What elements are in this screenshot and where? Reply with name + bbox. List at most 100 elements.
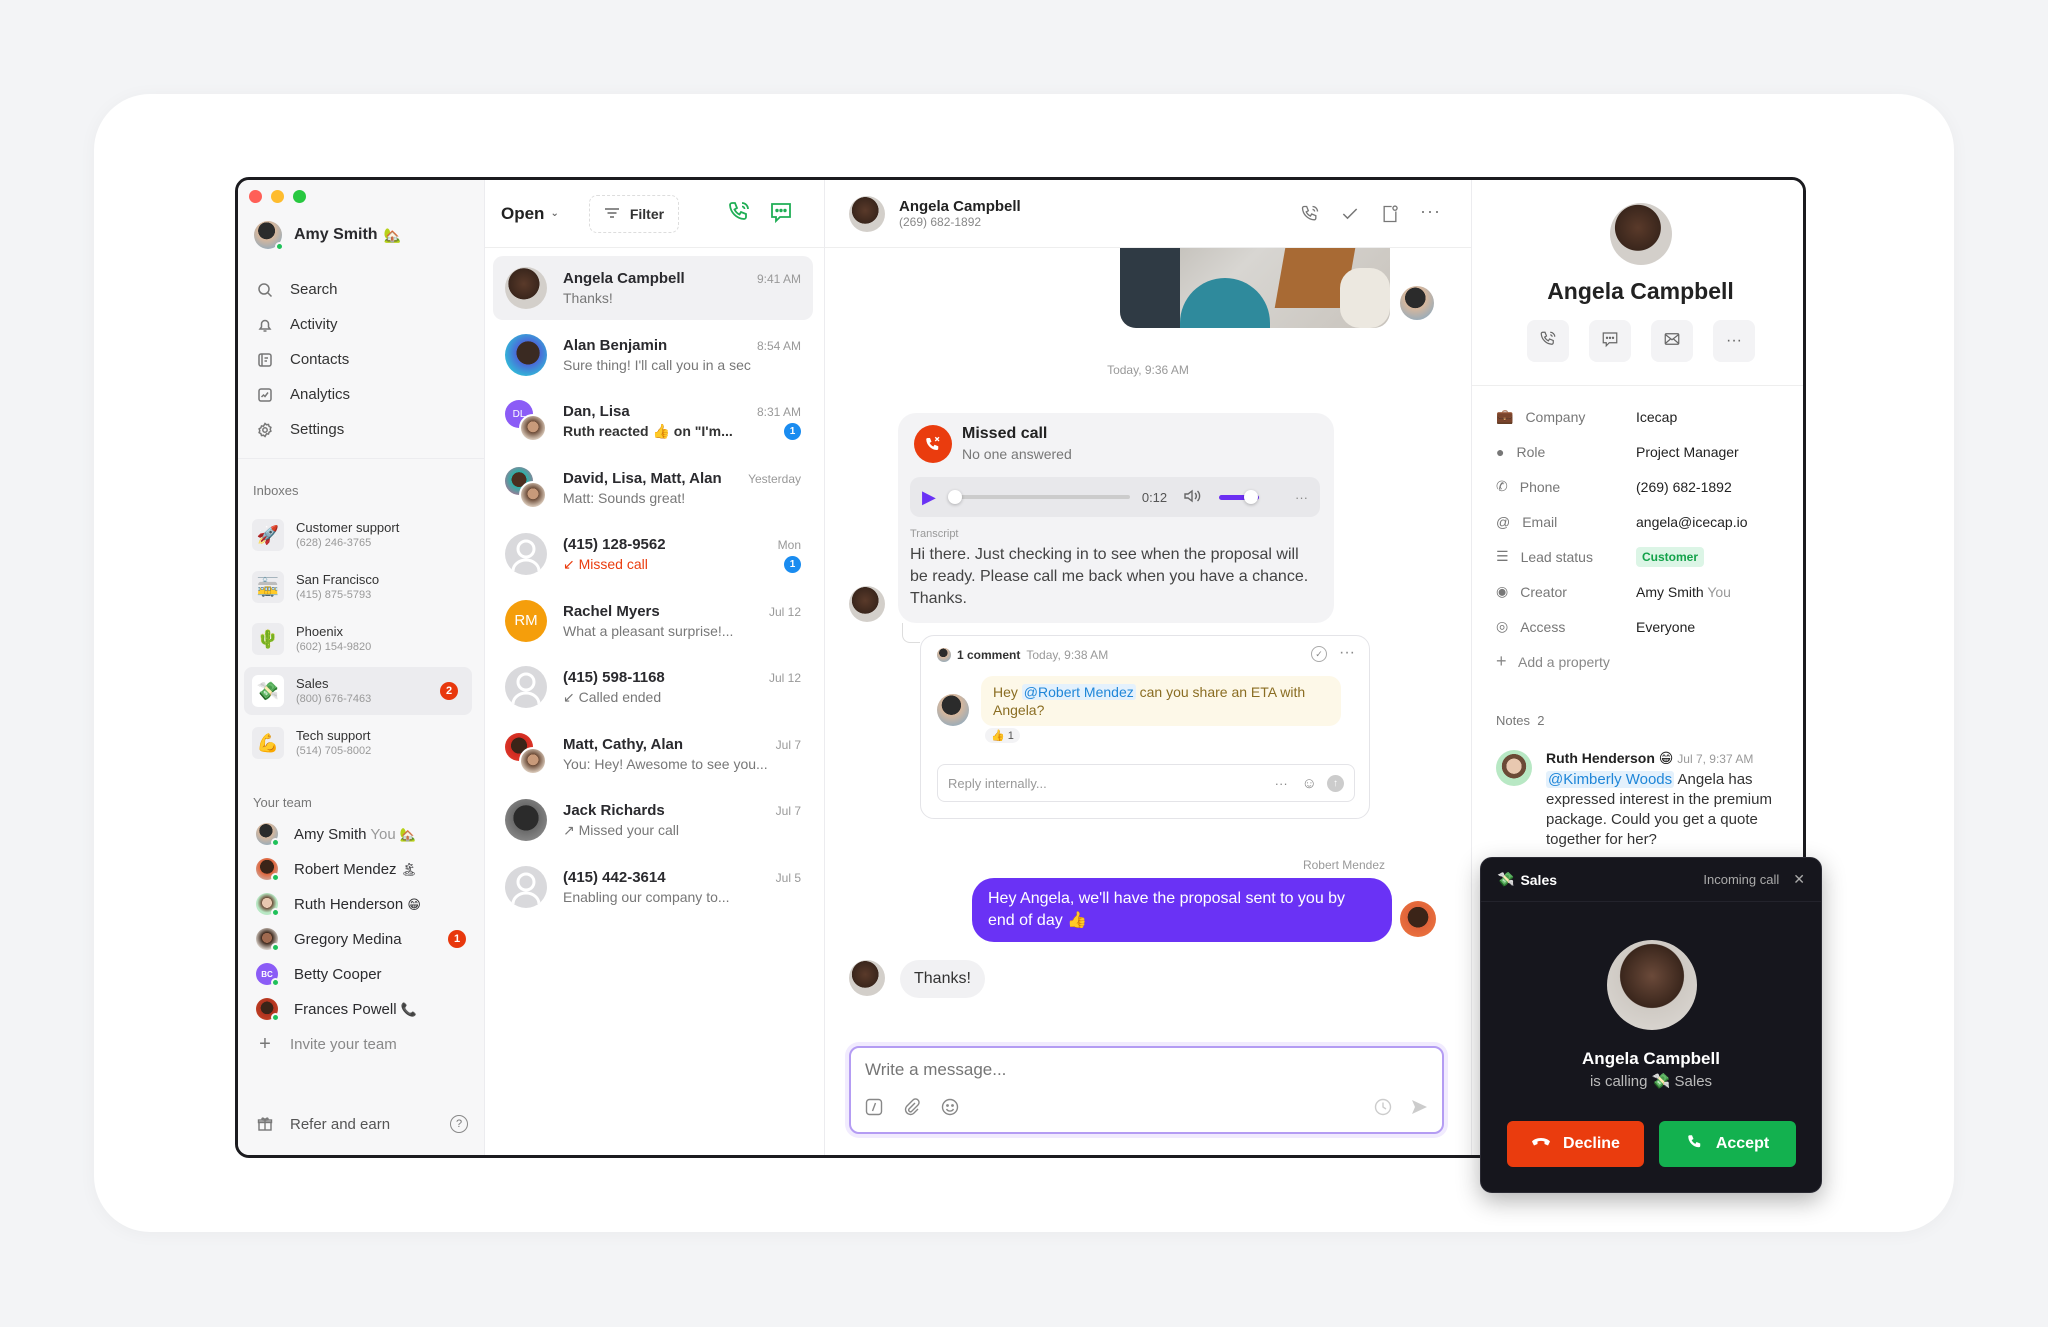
email-button[interactable]: [1651, 320, 1693, 362]
member-name: Frances Powell: [294, 1000, 397, 1018]
avatar: [519, 414, 547, 442]
decline-button[interactable]: Decline: [1507, 1121, 1644, 1167]
slash-command-icon[interactable]: [865, 1098, 883, 1121]
call-button[interactable]: [1527, 320, 1569, 362]
inbox-tech-support[interactable]: 💪 Tech support (514) 705-8002: [244, 719, 472, 767]
resolve-icon[interactable]: ✓: [1311, 646, 1327, 662]
message-button[interactable]: [1589, 320, 1631, 362]
refer-and-earn-button[interactable]: Refer and earn ?: [256, 1115, 468, 1133]
property-lead-status[interactable]: ☰ Lead status Customer: [1496, 539, 1796, 574]
property-company[interactable]: 💼 Company Icecap: [1496, 399, 1796, 434]
conversation-time: Mon: [777, 537, 801, 552]
conversation-item[interactable]: Alan Benjamin 8:54 AM Sure thing! I'll ca…: [493, 323, 813, 387]
conversation-item[interactable]: David, Lisa, Matt, Alan Yesterday Matt: S…: [493, 456, 813, 520]
mention-link[interactable]: @Kimberly Woods: [1546, 771, 1675, 788]
maximize-window-button[interactable]: [293, 190, 306, 203]
play-icon[interactable]: ▶: [922, 487, 936, 508]
reply-placeholder: Reply internally...: [948, 775, 1047, 791]
playback-slider[interactable]: [947, 490, 1130, 504]
inbox-customer-support[interactable]: 🚀 Customer support (628) 246-3765: [244, 511, 472, 559]
new-call-icon[interactable]: [727, 200, 751, 229]
volume-knob[interactable]: [1244, 489, 1259, 504]
team-member[interactable]: Frances Powell 📞: [256, 994, 466, 1024]
schedule-icon[interactable]: [1374, 1098, 1392, 1121]
conversation-time: Jul 7: [775, 737, 801, 752]
help-icon[interactable]: ?: [450, 1115, 468, 1133]
volume-icon[interactable]: [1183, 488, 1201, 507]
more-options-icon[interactable]: ···: [1339, 644, 1355, 662]
more-button[interactable]: ···: [1713, 320, 1755, 362]
nav-analytics[interactable]: Analytics: [256, 377, 476, 412]
conversation-body: David, Lisa, Matt, Alan Yesterday Matt: S…: [563, 470, 801, 506]
invite-team-button[interactable]: + Invite your team: [256, 1029, 466, 1059]
team-member[interactable]: Ruth Henderson 😁: [256, 889, 466, 919]
inbox-san-francisco[interactable]: 🚋 San Francisco (415) 875-5793: [244, 563, 472, 611]
inbox-phoenix[interactable]: 🌵 Phoenix (602) 154-9820: [244, 615, 472, 663]
plus-icon: +: [259, 1032, 271, 1055]
volume-slider[interactable]: [1219, 489, 1260, 504]
current-user[interactable]: Amy Smith 🏡: [254, 221, 402, 251]
more-options-icon[interactable]: ···: [1275, 776, 1288, 791]
more-options-icon[interactable]: ···: [1295, 490, 1308, 505]
property-phone[interactable]: ✆ Phone (269) 682-1892: [1496, 469, 1796, 504]
side-panel-icon[interactable]: [1380, 204, 1400, 229]
reaction-chip[interactable]: 👍 1: [985, 728, 1020, 743]
emoji-icon[interactable]: ☺: [1302, 775, 1317, 792]
status-emoji: 🏡: [383, 226, 402, 243]
conversation-item[interactable]: RM Rachel Myers Jul 12 What a pleasant su…: [493, 589, 813, 653]
avatar: [254, 221, 284, 251]
property-creator[interactable]: ◉ Creator Amy Smith You: [1496, 574, 1796, 609]
chat-panel: Angela Campbell (269) 682-1892 ··· Today…: [825, 180, 1472, 1155]
property-role[interactable]: ● Role Project Manager: [1496, 434, 1796, 469]
nav-search[interactable]: Search: [256, 272, 476, 307]
nav-settings[interactable]: Settings: [256, 412, 476, 447]
minimize-window-button[interactable]: [271, 190, 284, 203]
inbox-name: Phoenix: [296, 624, 343, 639]
conversation-item[interactable]: (415) 598-1168 Jul 12 ↙ Called ended: [493, 655, 813, 719]
person-icon: ●: [1496, 443, 1505, 460]
shared-image[interactable]: [1120, 248, 1390, 328]
call-icon[interactable]: [1300, 204, 1320, 229]
contact-avatar[interactable]: [849, 195, 885, 232]
playback-knob[interactable]: [947, 490, 962, 504]
decline-label: Decline: [1563, 1135, 1620, 1152]
conversation-item[interactable]: (415) 442-3614 Jul 5 Enabling our company…: [493, 855, 813, 919]
conversation-item[interactable]: Jack Richards Jul 7 ↗ Missed your call: [493, 788, 813, 852]
emoji-icon[interactable]: [941, 1098, 959, 1121]
briefcase-icon: 💼: [1496, 408, 1514, 424]
team-member[interactable]: BC Betty Cooper: [256, 959, 466, 989]
close-icon[interactable]: ✕: [1793, 871, 1805, 888]
more-options-icon[interactable]: ···: [1420, 202, 1441, 229]
message-input[interactable]: [865, 1060, 1425, 1080]
property-key: Company: [1525, 408, 1586, 425]
property-email[interactable]: @ Email angela@icecap.io: [1496, 504, 1796, 539]
property-value: Amy Smith: [1636, 583, 1704, 600]
reply-internally-input[interactable]: Reply internally... ··· ☺ ↑: [937, 764, 1355, 802]
filter-button[interactable]: Filter: [588, 194, 680, 233]
new-message-icon[interactable]: [769, 200, 793, 229]
close-window-button[interactable]: [249, 190, 262, 203]
checkmark-icon[interactable]: [1340, 204, 1360, 229]
conversation-item[interactable]: Angela Campbell 9:41 AM Thanks!: [493, 256, 813, 320]
conversation-preview: Thanks!: [563, 290, 613, 306]
send-icon[interactable]: [1410, 1098, 1428, 1121]
profile-name: Angela Campbell: [1547, 278, 1734, 304]
team-member[interactable]: Amy Smith You 🏡: [256, 819, 466, 849]
conversation-item[interactable]: DL Dan, Lisa 8:31 AM Ruth reacted 👍 on "I…: [493, 389, 813, 453]
conversation-preview: ↙ Called ended: [563, 688, 662, 705]
avatar: BC: [256, 963, 280, 987]
mention-link[interactable]: @Robert Mendez: [1021, 684, 1136, 700]
inbox-sales[interactable]: 💸 Sales (800) 676-7463 2: [244, 667, 472, 715]
conversation-item[interactable]: (415) 128-9562 Mon ↙ Missed call 1: [493, 522, 813, 586]
send-reply-icon[interactable]: ↑: [1327, 774, 1344, 792]
property-access[interactable]: ◎ Access Everyone: [1496, 609, 1796, 644]
team-member[interactable]: Gregory Medina 1: [256, 924, 466, 954]
team-member[interactable]: Robert Mendez 🏝: [256, 854, 466, 884]
accept-button[interactable]: Accept: [1659, 1121, 1796, 1167]
nav-contacts[interactable]: Contacts: [256, 342, 476, 377]
conversation-item[interactable]: Matt, Cathy, Alan Jul 7 You: Hey! Awesome…: [493, 722, 813, 786]
status-dropdown[interactable]: Open ⌄: [501, 204, 559, 224]
add-property-button[interactable]: + Add a property: [1496, 644, 1796, 679]
nav-activity[interactable]: Activity: [256, 307, 476, 342]
attachment-icon[interactable]: [903, 1098, 921, 1121]
